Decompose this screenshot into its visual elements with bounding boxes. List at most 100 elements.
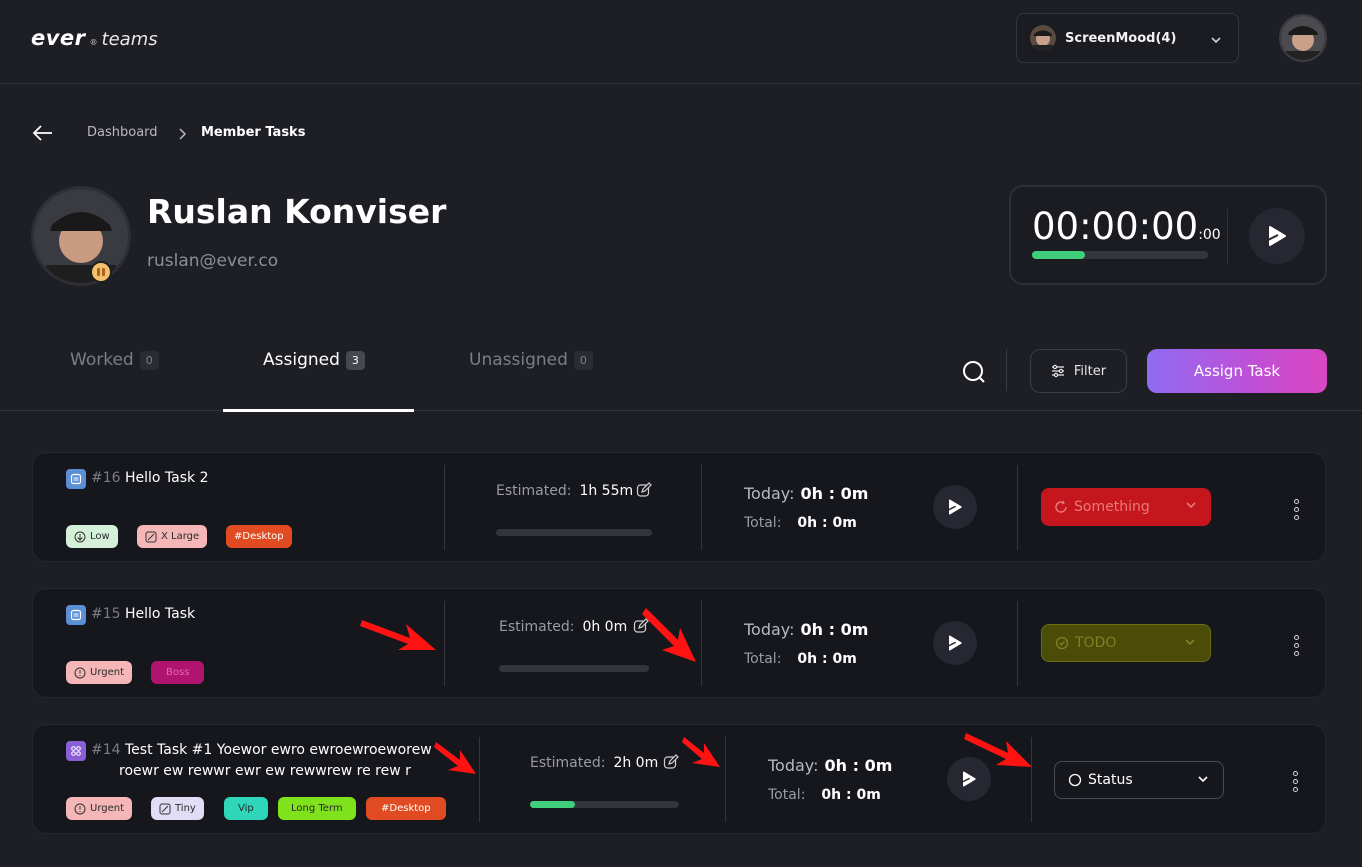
team-selector[interactable]: ScreenMood(4) <box>1016 13 1239 63</box>
tag-long-term[interactable]: Long Term <box>278 797 356 820</box>
column-divider <box>725 737 726 822</box>
today-label: Today: <box>744 620 795 639</box>
status-dropdown[interactable]: TODO <box>1041 624 1211 662</box>
tag-label: Urgent <box>90 803 125 814</box>
estimate-value: 1h 55m <box>579 483 634 499</box>
tag-tiny[interactable]: Tiny <box>151 797 204 820</box>
task-play-button[interactable] <box>933 621 977 665</box>
profile-avatar <box>31 186 131 286</box>
tab-assigned[interactable]: Assigned 3 <box>263 350 365 370</box>
tag-label: Vip <box>238 803 254 814</box>
tag-urgent[interactable]: Urgent <box>66 661 133 684</box>
estimate-label: Estimated: <box>530 755 606 771</box>
tab-assigned-count: 3 <box>345 350 365 370</box>
more-options-icon[interactable] <box>1294 635 1299 656</box>
breadcrumb-member-tasks: Member Tasks <box>201 125 306 140</box>
status-dropdown[interactable]: Status <box>1054 761 1224 799</box>
task-type-icon <box>66 741 86 761</box>
filter-button[interactable]: Filter <box>1030 349 1127 393</box>
ever-teams-logo[interactable]: ever ® teams <box>31 26 158 50</box>
refresh-icon <box>1055 500 1067 513</box>
tag-low[interactable]: Low <box>66 525 118 548</box>
tag-label: Urgent <box>90 667 125 678</box>
tag-label: Long Term <box>291 803 343 814</box>
total-label: Total: <box>768 787 806 803</box>
today-value: 0h : 0m <box>800 484 869 503</box>
task-number: #15 <box>91 606 121 622</box>
alert-circle-icon <box>74 667 86 678</box>
estimate-value: 0h 0m <box>582 619 628 635</box>
tag-label: #Desktop <box>234 531 284 542</box>
circle-icon <box>1068 773 1082 787</box>
edit-icon[interactable] <box>636 482 652 502</box>
active-tab-underline <box>223 409 414 412</box>
tag-vip[interactable]: Vip <box>224 797 268 820</box>
task-title[interactable]: #14 Test Task #1 Yoewor ewro ewroewroewo… <box>91 740 432 782</box>
estimate-progress-bar <box>496 529 652 536</box>
today-value: 0h : 0m <box>800 620 869 639</box>
tabs-divider <box>0 410 1362 411</box>
more-options-icon[interactable] <box>1294 499 1299 520</box>
tag-label: Boss <box>166 667 190 678</box>
top-bar: ever ® teams ScreenMood(4) <box>0 0 1362 84</box>
more-options-icon[interactable] <box>1293 771 1298 792</box>
status-dropdown[interactable]: Something <box>1041 488 1211 526</box>
total-value: 0h : 0m <box>797 651 857 667</box>
timer-time: 00:00:00 <box>1032 205 1199 248</box>
today-label: Today: <box>768 756 819 775</box>
breadcrumb-dashboard[interactable]: Dashboard <box>87 125 158 140</box>
estimate-progress-fill <box>530 801 575 808</box>
team-name: ScreenMood(4) <box>1065 30 1177 46</box>
estimate-value: 2h 0m <box>613 755 659 771</box>
logo-ever-text: ever <box>31 26 86 50</box>
tag-label: Low <box>90 531 110 542</box>
task-card: #14 Test Task #1 Yoewor ewro ewroewroewo… <box>32 724 1326 834</box>
timer-divider <box>1227 209 1228 264</box>
total-label: Total: <box>744 651 782 667</box>
status-label: TODO <box>1075 635 1117 651</box>
total-label: Total: <box>744 515 782 531</box>
task-type-icon <box>66 605 86 625</box>
task-card: #16 Hello Task 2 Low X Large #Desktop Es… <box>32 452 1326 562</box>
task-title[interactable]: #16 Hello Task 2 <box>91 468 209 489</box>
timer-play-button[interactable] <box>1249 208 1305 264</box>
check-circle-icon <box>1055 636 1069 650</box>
task-number: #14 <box>91 742 121 758</box>
tag-x-large[interactable]: X Large <box>137 525 208 548</box>
estimate-label: Estimated: <box>496 483 572 499</box>
size-icon <box>159 803 171 814</box>
column-divider <box>1017 465 1018 550</box>
play-icon <box>1267 226 1286 246</box>
play-icon <box>947 635 962 651</box>
tag-label: X Large <box>161 531 200 542</box>
timer-widget: 00:00:00:00 <box>1009 185 1327 285</box>
tag-boss[interactable]: Boss <box>151 661 205 684</box>
task-title-line1: Test Task #1 Yoewor ewro ewroewroeworew <box>125 742 432 758</box>
assign-task-button[interactable]: Assign Task <box>1147 349 1327 393</box>
task-title-text: Hello Task 2 <box>125 470 209 486</box>
column-divider <box>444 601 445 686</box>
tag-desktop[interactable]: #Desktop <box>366 797 446 820</box>
tag-desktop[interactable]: #Desktop <box>226 525 292 548</box>
tab-worked[interactable]: Worked 0 <box>70 350 159 370</box>
edit-icon[interactable] <box>663 754 679 774</box>
team-avatar <box>1030 25 1056 51</box>
annotation-arrow-icon <box>964 733 1032 767</box>
tag-urgent[interactable]: Urgent <box>66 797 133 820</box>
logo-teams-text: teams <box>101 29 158 50</box>
logo-registered-mark: ® <box>89 38 98 47</box>
task-title[interactable]: #15 Hello Task <box>91 604 195 625</box>
total-time: Total: 0h : 0m <box>744 651 857 667</box>
user-avatar[interactable] <box>1279 14 1327 62</box>
column-divider <box>701 601 702 686</box>
task-play-button[interactable] <box>933 485 977 529</box>
task-title-text: Hello Task <box>125 606 196 622</box>
total-value: 0h : 0m <box>821 787 881 803</box>
tab-worked-count: 0 <box>139 350 159 370</box>
search-icon[interactable] <box>961 359 987 389</box>
column-divider <box>444 465 445 550</box>
estimate: Estimated: 2h 0m <box>530 755 658 771</box>
play-icon <box>947 499 962 515</box>
tab-unassigned[interactable]: Unassigned 0 <box>469 350 593 370</box>
back-arrow-icon[interactable] <box>32 124 54 146</box>
